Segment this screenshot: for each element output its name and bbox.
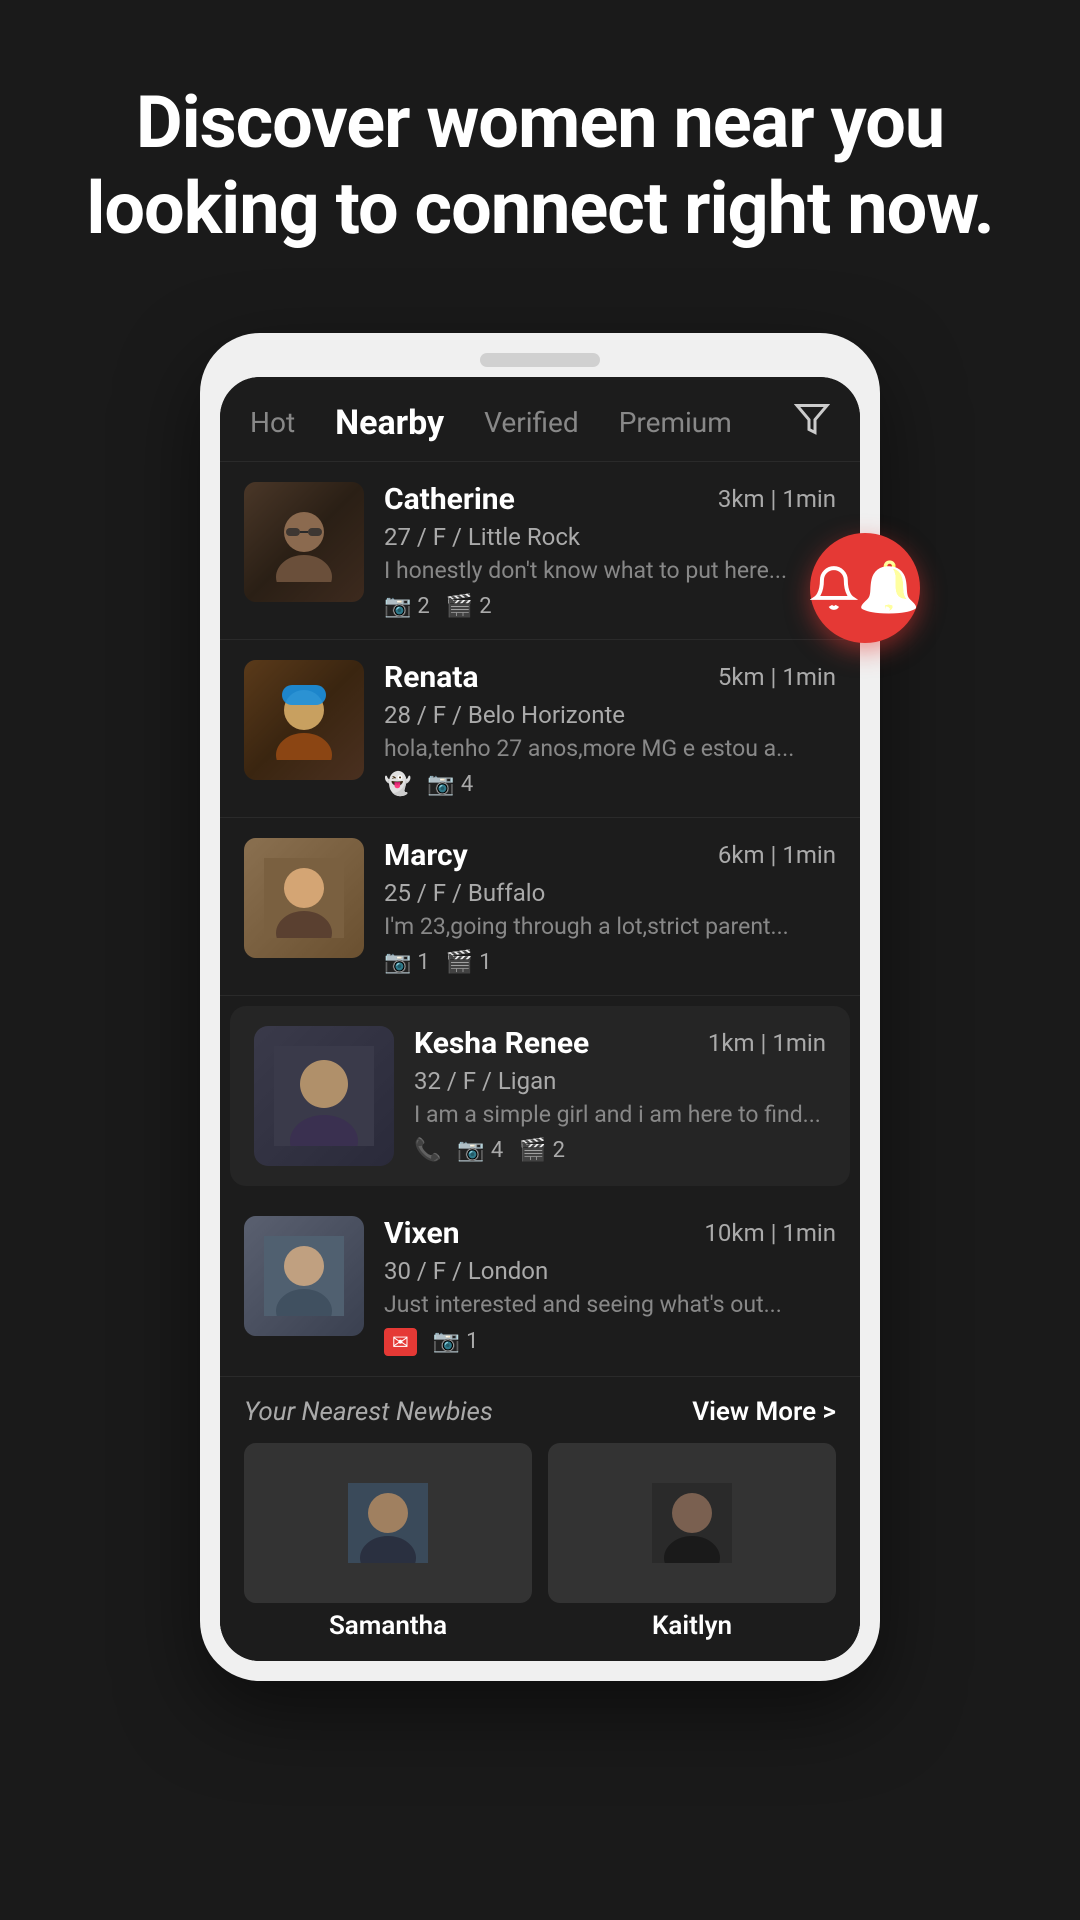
user-badges-kesha: 📞 📷 4 🎬 2 xyxy=(414,1138,826,1163)
avatar-marcy xyxy=(244,838,364,958)
user-info-vixen: Vixen 10km | 1min 30 / F / London Just i… xyxy=(364,1216,836,1356)
user-badges-marcy: 📷 1 🎬 1 xyxy=(384,950,836,975)
phone-screen: Hot Nearby Verified Premium xyxy=(220,377,860,1661)
email-icon: ✉ xyxy=(392,1330,409,1354)
user-distance-renata: 5km | 1min xyxy=(718,663,836,691)
user-card-marcy[interactable]: Marcy 6km | 1min 25 / F / Buffalo I'm 23… xyxy=(220,818,860,996)
avatar-kesha xyxy=(254,1026,394,1166)
video-icon: 🎬 xyxy=(519,1138,546,1163)
user-meta-vixen: 30 / F / London xyxy=(384,1257,836,1285)
hero-title: Discover women near you looking to conne… xyxy=(60,80,1020,253)
tab-hot[interactable]: Hot xyxy=(250,406,295,439)
tab-nearby[interactable]: Nearby xyxy=(335,403,444,443)
newbies-title: Your Nearest Newbies xyxy=(244,1397,493,1427)
badge-camera-kesha: 📷 4 xyxy=(457,1138,503,1163)
user-card-renata[interactable]: Renata 5km | 1min 28 / F / Belo Horizont… xyxy=(220,640,860,818)
badge-camera-marcy: 📷 1 xyxy=(384,950,430,975)
notification-fab-button[interactable] xyxy=(810,533,920,643)
camera-icon: 📷 xyxy=(457,1138,484,1163)
user-info-kesha: Kesha Renee 1km | 1min 32 / F / Ligan I … xyxy=(394,1026,826,1163)
user-bio-catherine: I honestly don't know what to put here..… xyxy=(384,557,804,584)
user-meta-catherine: 27 / F / Little Rock xyxy=(384,523,836,551)
camera-icon: 📷 xyxy=(384,950,411,975)
user-top-row-renata: Renata 5km | 1min xyxy=(384,660,836,695)
user-meta-kesha: 32 / F / Ligan xyxy=(414,1067,826,1095)
view-more-button[interactable]: View More > xyxy=(692,1397,836,1427)
user-name-renata: Renata xyxy=(384,660,479,695)
user-badges-catherine: 📷 2 🎬 2 xyxy=(384,594,836,619)
user-name-catherine: Catherine xyxy=(384,482,515,517)
user-name-marcy: Marcy xyxy=(384,838,468,873)
avatar-vixen xyxy=(244,1216,364,1336)
badge-video-kesha: 🎬 2 xyxy=(519,1138,565,1163)
user-top-row-vixen: Vixen 10km | 1min xyxy=(384,1216,836,1251)
phone-icon: 📞 xyxy=(414,1138,441,1163)
phone-notch xyxy=(480,353,600,367)
badge-camera: 📷 2 xyxy=(384,594,430,619)
tab-verified[interactable]: Verified xyxy=(484,406,579,439)
user-top-row: Catherine 3km | 1min xyxy=(384,482,836,517)
user-name-kesha: Kesha Renee xyxy=(414,1026,589,1061)
avatar-renata xyxy=(244,660,364,780)
user-card-vixen[interactable]: Vixen 10km | 1min 30 / F / London Just i… xyxy=(220,1196,860,1377)
camera-icon: 📷 xyxy=(427,772,454,797)
user-top-row-kesha: Kesha Renee 1km | 1min xyxy=(414,1026,826,1061)
phone-frame: Hot Nearby Verified Premium xyxy=(200,333,880,1681)
user-list: Catherine 3km | 1min 27 / F / Little Roc… xyxy=(220,462,860,1661)
user-bio-vixen: Just interested and seeing what's out... xyxy=(384,1291,804,1318)
badge-camera-renata: 📷 4 xyxy=(427,772,473,797)
hero-section: Discover women near you looking to conne… xyxy=(0,0,1080,293)
tabs-bar: Hot Nearby Verified Premium xyxy=(220,377,860,462)
user-bio-kesha: I am a simple girl and i am here to find… xyxy=(414,1101,826,1128)
user-name-vixen: Vixen xyxy=(384,1216,460,1251)
camera-icon: 📷 xyxy=(384,594,411,619)
video-icon: 🎬 xyxy=(446,950,473,975)
badge-video: 🎬 2 xyxy=(446,594,492,619)
user-distance-vixen: 10km | 1min xyxy=(704,1219,836,1247)
video-icon: 🎬 xyxy=(446,594,473,619)
user-info-marcy: Marcy 6km | 1min 25 / F / Buffalo I'm 23… xyxy=(364,838,836,975)
badge-snapchat: 👻 xyxy=(384,772,411,797)
badge-camera-vixen: 📷 1 xyxy=(433,1329,479,1354)
avatar-kaitlyn xyxy=(548,1443,836,1603)
snapchat-icon: 👻 xyxy=(384,772,411,797)
badge-email: ✉ xyxy=(384,1328,417,1356)
user-bio-renata: hola,tenho 27 anos,more MG e estou a... xyxy=(384,735,804,762)
user-meta-renata: 28 / F / Belo Horizonte xyxy=(384,701,836,729)
user-info-renata: Renata 5km | 1min 28 / F / Belo Horizont… xyxy=(364,660,836,797)
avatar-samantha xyxy=(244,1443,532,1603)
user-distance-kesha: 1km | 1min xyxy=(708,1029,826,1057)
avatar-catherine xyxy=(244,482,364,602)
user-badges-renata: 👻 📷 4 xyxy=(384,772,836,797)
user-card-kesha[interactable]: Kesha Renee 1km | 1min 32 / F / Ligan I … xyxy=(230,1006,850,1186)
phone-mockup: Hot Nearby Verified Premium xyxy=(200,333,880,1681)
newbie-samantha[interactable]: Samantha xyxy=(244,1443,532,1641)
badge-phone: 📞 xyxy=(414,1138,441,1163)
camera-icon: 📷 xyxy=(433,1329,460,1354)
user-distance-marcy: 6km | 1min xyxy=(718,841,836,869)
newbies-row: Samantha Kaitlyn xyxy=(244,1443,836,1641)
newbie-name-samantha: Samantha xyxy=(244,1611,532,1641)
user-info-catherine: Catherine 3km | 1min 27 / F / Little Roc… xyxy=(364,482,836,619)
user-card-catherine[interactable]: Catherine 3km | 1min 27 / F / Little Roc… xyxy=(220,462,860,640)
filter-button[interactable] xyxy=(794,401,830,445)
tab-premium[interactable]: Premium xyxy=(619,406,732,439)
newbie-name-kaitlyn: Kaitlyn xyxy=(548,1611,836,1641)
newbies-header: Your Nearest Newbies View More > xyxy=(244,1397,836,1427)
user-distance-catherine: 3km | 1min xyxy=(718,485,836,513)
newbie-kaitlyn[interactable]: Kaitlyn xyxy=(548,1443,836,1641)
user-badges-vixen: ✉ 📷 1 xyxy=(384,1328,836,1356)
newbies-section: Your Nearest Newbies View More > xyxy=(220,1377,860,1661)
user-bio-marcy: I'm 23,going through a lot,strict parent… xyxy=(384,913,804,940)
user-meta-marcy: 25 / F / Buffalo xyxy=(384,879,836,907)
badge-video-marcy: 🎬 1 xyxy=(446,950,492,975)
user-top-row-marcy: Marcy 6km | 1min xyxy=(384,838,836,873)
